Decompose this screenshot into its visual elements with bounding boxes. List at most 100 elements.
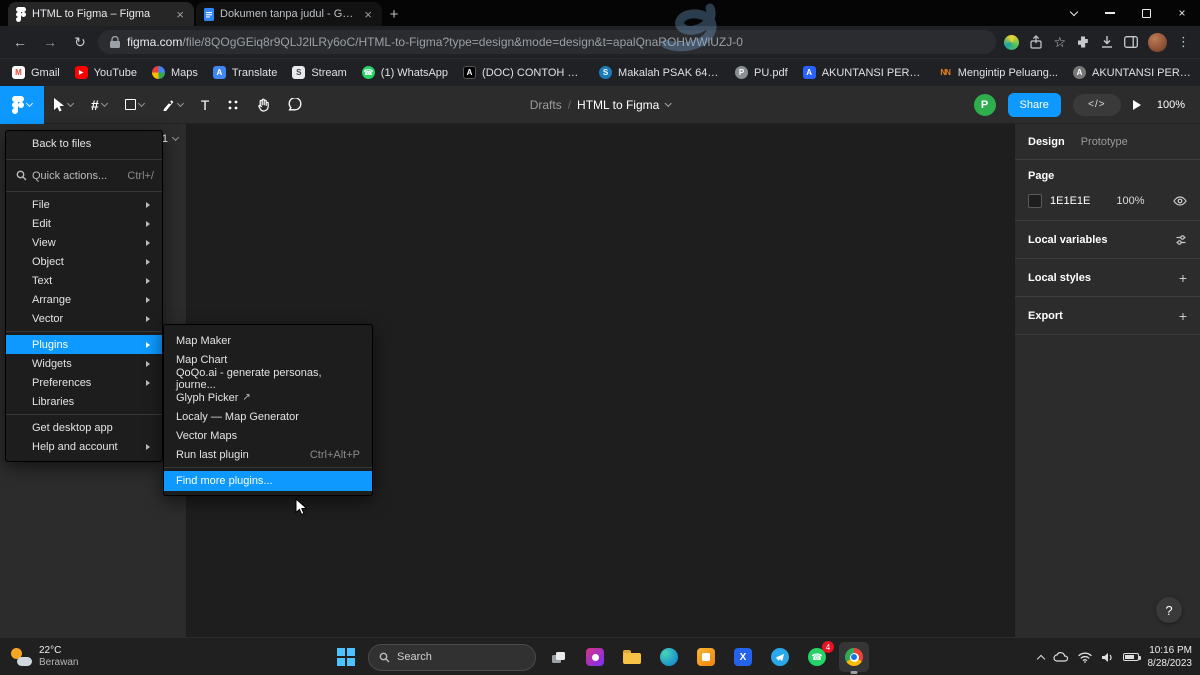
plugin-item-run-last[interactable]: Run last pluginCtrl+Alt+P bbox=[164, 445, 372, 464]
move-tool-button[interactable] bbox=[44, 86, 82, 124]
hand-tool-button[interactable] bbox=[248, 86, 279, 124]
tab-search-icon[interactable] bbox=[1056, 0, 1092, 26]
menu-item-plugins[interactable]: Plugins bbox=[6, 335, 162, 354]
page-color-hex[interactable]: 1E1E1E bbox=[1050, 195, 1090, 207]
menu-item-widgets[interactable]: Widgets bbox=[6, 354, 162, 373]
local-styles-row[interactable]: Local styles + bbox=[1015, 259, 1200, 297]
close-window-button[interactable]: × bbox=[1164, 0, 1200, 26]
figma-main-menu-button[interactable] bbox=[0, 86, 44, 124]
reload-icon[interactable]: ↻ bbox=[68, 30, 92, 54]
menu-item-vector[interactable]: Vector bbox=[6, 309, 162, 328]
menu-item-view[interactable]: View bbox=[6, 233, 162, 252]
edge-button[interactable] bbox=[654, 642, 684, 672]
bookmark-pu-pdf[interactable]: PPU.pdf bbox=[735, 66, 788, 79]
breadcrumb[interactable]: Drafts / HTML to Figma bbox=[530, 98, 671, 112]
user-avatar[interactable]: P bbox=[974, 94, 996, 116]
chevron-down-icon[interactable] bbox=[664, 99, 671, 106]
orange-app-button[interactable] bbox=[691, 642, 721, 672]
bookmark-youtube[interactable]: ▶YouTube bbox=[75, 66, 137, 79]
add-export-icon[interactable]: + bbox=[1179, 308, 1187, 324]
bookmark-akuntansi-perus[interactable]: AAKUNTANSI PERUS... bbox=[1073, 66, 1194, 79]
file-explorer-button[interactable] bbox=[617, 642, 647, 672]
download-icon[interactable] bbox=[1100, 35, 1114, 49]
browser-menu-icon[interactable]: ⋮ bbox=[1177, 34, 1190, 50]
new-tab-button[interactable]: + bbox=[382, 2, 406, 26]
bookmark-translate[interactable]: ATranslate bbox=[213, 66, 277, 79]
menu-item-arrange[interactable]: Arrange bbox=[6, 290, 162, 309]
page-color-opacity[interactable]: 100% bbox=[1116, 195, 1144, 207]
menu-item-preferences[interactable]: Preferences bbox=[6, 373, 162, 392]
tray-expand-icon[interactable] bbox=[1036, 654, 1044, 662]
dev-mode-toggle[interactable]: </> bbox=[1073, 94, 1121, 116]
variables-icon[interactable] bbox=[1175, 234, 1187, 246]
menu-item-help-and-account[interactable]: Help and account bbox=[6, 437, 162, 456]
bookmark-akuntansi-perta[interactable]: AAKUNTANSI PERTA... bbox=[803, 66, 924, 79]
plugin-item-map-maker[interactable]: Map Maker bbox=[164, 331, 372, 350]
bookmark-maps[interactable]: Maps bbox=[152, 66, 198, 79]
menu-item-object[interactable]: Object bbox=[6, 252, 162, 271]
menu-item-file[interactable]: File bbox=[6, 195, 162, 214]
export-row[interactable]: Export + bbox=[1015, 297, 1200, 335]
text-tool-button[interactable]: T bbox=[192, 86, 219, 124]
frame-tool-button[interactable]: # bbox=[82, 86, 116, 124]
pen-tool-button[interactable] bbox=[153, 86, 192, 124]
plugin-item-vector-maps[interactable]: Vector Maps bbox=[164, 426, 372, 445]
close-tab-icon[interactable]: × bbox=[362, 8, 374, 21]
bookmark-mengintip-peluang[interactable]: NNMengintip Peluang... bbox=[939, 66, 1058, 79]
extensions-puzzle-icon[interactable] bbox=[1076, 35, 1090, 49]
taskbar-clock[interactable]: 10:16 PM 8/28/2023 bbox=[1148, 644, 1193, 670]
menu-item-libraries[interactable]: Libraries bbox=[6, 392, 162, 411]
find-more-plugins[interactable]: Find more plugins... bbox=[164, 471, 372, 491]
page-selector[interactable]: 1 bbox=[162, 133, 178, 145]
bookmark-stream[interactable]: SStream bbox=[292, 66, 346, 79]
battery-icon[interactable] bbox=[1123, 653, 1139, 661]
purple-app-button[interactable] bbox=[580, 642, 610, 672]
maximize-button[interactable] bbox=[1128, 0, 1164, 26]
office-x-app-button[interactable]: X bbox=[728, 642, 758, 672]
bookmark-doc-contoh[interactable]: A(DOC) CONTOH LA... bbox=[463, 66, 584, 79]
onedrive-cloud-icon[interactable] bbox=[1053, 652, 1069, 662]
address-bar[interactable]: figma.com/file/8QOgGEiq8r9QLJ2lLRy6oC/HT… bbox=[98, 30, 996, 54]
back-icon[interactable]: ← bbox=[8, 30, 32, 54]
menu-item-get-desktop-app[interactable]: Get desktop app bbox=[6, 418, 162, 437]
start-button[interactable] bbox=[331, 642, 361, 672]
bookmark-star-icon[interactable]: ☆ bbox=[1053, 30, 1066, 54]
extension-colored-icon[interactable] bbox=[1004, 35, 1019, 50]
tab-prototype[interactable]: Prototype bbox=[1081, 136, 1128, 148]
taskbar-search[interactable]: Search bbox=[368, 644, 536, 671]
share-button[interactable]: Share bbox=[1008, 93, 1061, 117]
menu-quick-actions[interactable]: Quick actions... Ctrl+/ bbox=[6, 163, 162, 188]
taskbar-weather-widget[interactable]: 22°C Berawan bbox=[10, 638, 78, 675]
local-variables-row[interactable]: Local variables bbox=[1015, 221, 1200, 259]
task-view-button[interactable] bbox=[543, 642, 573, 672]
visibility-eye-icon[interactable] bbox=[1173, 196, 1187, 206]
wifi-icon[interactable] bbox=[1078, 652, 1092, 663]
browser-profile-avatar[interactable] bbox=[1148, 33, 1167, 52]
plugin-item-qoqo[interactable]: QoQo.ai - generate personas, journe... bbox=[164, 369, 372, 388]
add-style-icon[interactable]: + bbox=[1179, 270, 1187, 286]
tab-design[interactable]: Design bbox=[1028, 136, 1065, 148]
page-color-swatch[interactable] bbox=[1028, 194, 1042, 208]
volume-icon[interactable] bbox=[1101, 652, 1114, 663]
shape-tool-button[interactable] bbox=[116, 86, 153, 124]
comment-tool-button[interactable] bbox=[279, 86, 311, 124]
help-button[interactable]: ? bbox=[1156, 597, 1182, 623]
breadcrumb-folder[interactable]: Drafts bbox=[530, 98, 562, 112]
menu-item-edit[interactable]: Edit bbox=[6, 214, 162, 233]
minimize-button[interactable] bbox=[1092, 0, 1128, 26]
bookmark-whatsapp[interactable]: ☎(1) WhatsApp bbox=[362, 66, 448, 79]
close-tab-icon[interactable]: × bbox=[174, 8, 186, 21]
zoom-menu[interactable]: 100% bbox=[1157, 99, 1190, 111]
share-icon[interactable] bbox=[1029, 35, 1043, 49]
bookmark-makalah-psak[interactable]: SMakalah PSAK 64 -... bbox=[599, 66, 720, 79]
side-panel-icon[interactable] bbox=[1124, 36, 1138, 48]
forward-icon[interactable]: → bbox=[38, 30, 62, 54]
chrome-button[interactable] bbox=[839, 642, 869, 672]
present-button[interactable] bbox=[1133, 100, 1145, 110]
menu-back-to-files[interactable]: Back to files bbox=[6, 131, 162, 156]
tab-figma[interactable]: HTML to Figma – Figma × bbox=[8, 2, 194, 26]
tab-google-docs[interactable]: Dokumen tanpa judul - Google D × bbox=[196, 2, 382, 26]
resources-tool-button[interactable] bbox=[218, 86, 248, 124]
telegram-button[interactable] bbox=[765, 642, 795, 672]
plugin-item-glyph-picker[interactable]: Glyph Picker↗ bbox=[164, 388, 372, 407]
